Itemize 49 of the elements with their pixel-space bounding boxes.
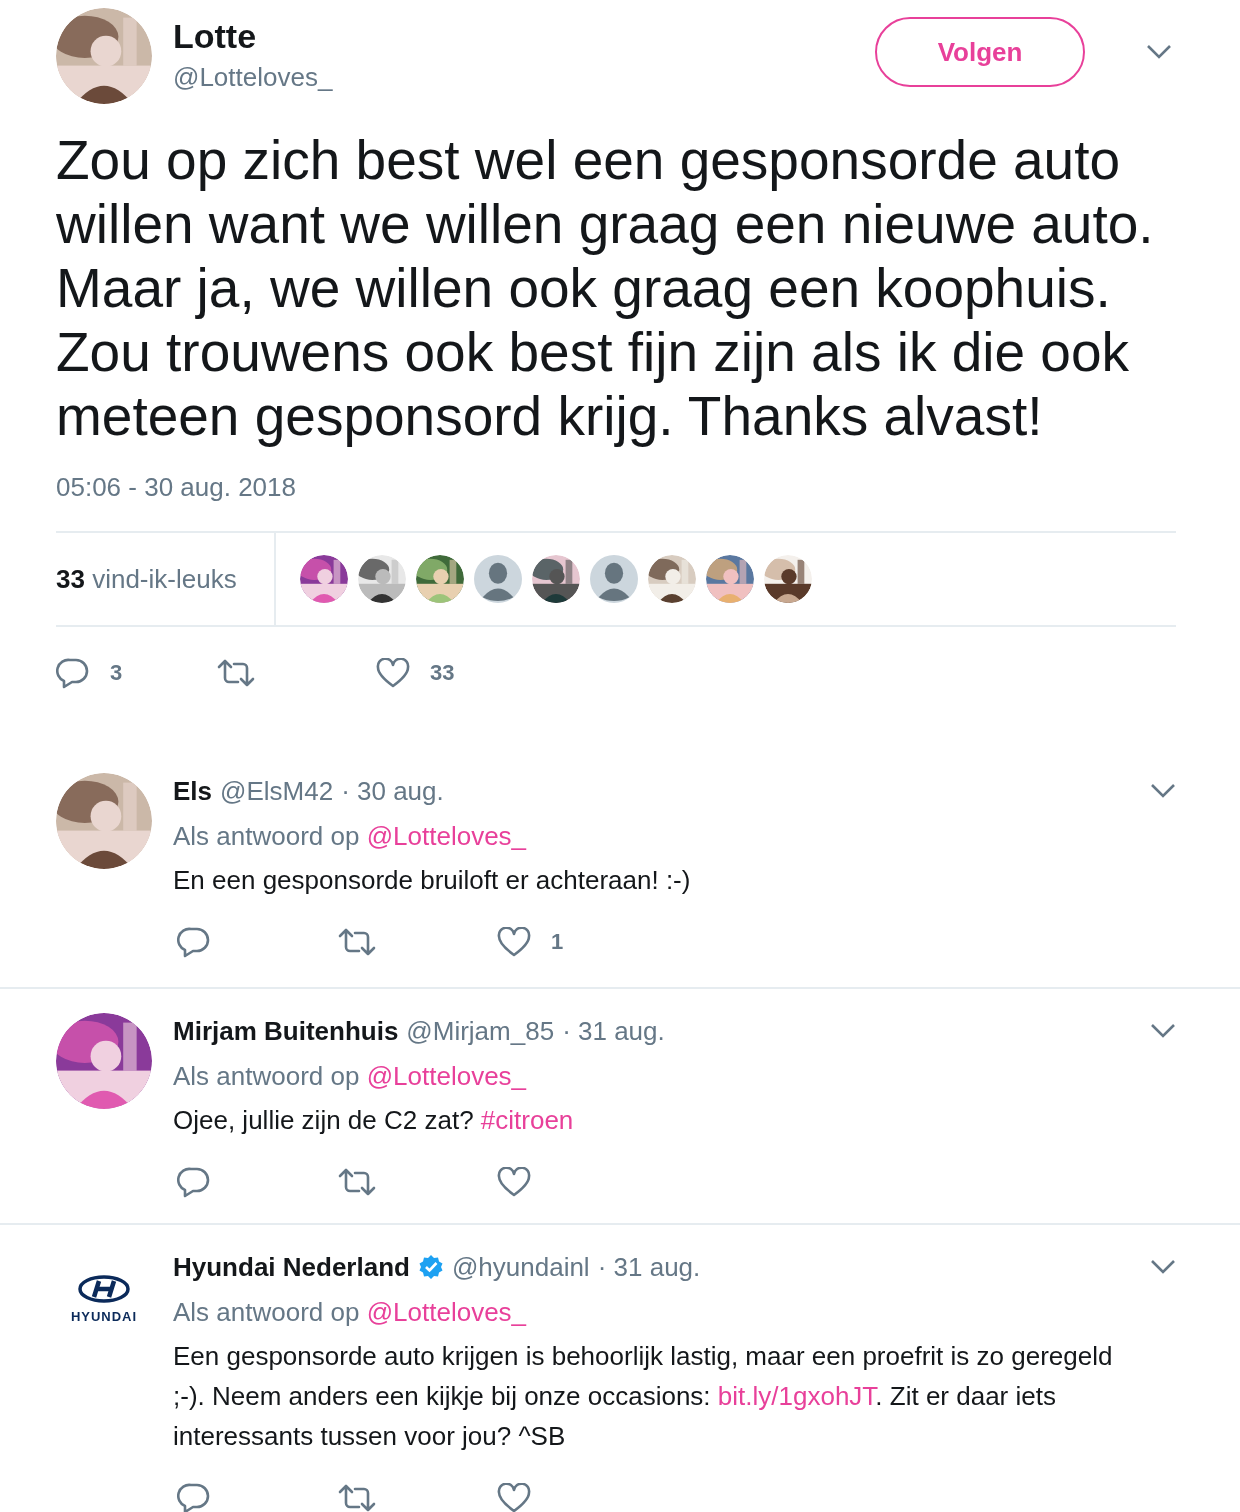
- caret-icon[interactable]: [1150, 783, 1176, 799]
- reply-context: Als antwoord op @Lotteloves_: [173, 1061, 528, 1092]
- user-name[interactable]: Mirjam Buitenhuis: [173, 1015, 399, 1047]
- date[interactable]: · 31 aug.: [562, 1015, 665, 1047]
- logo-text: HYUNDAI: [70, 1309, 138, 1324]
- user-name[interactable]: Hyundai Nederland: [173, 1251, 410, 1283]
- like-icon[interactable]: [497, 1483, 531, 1512]
- retweet-icon[interactable]: [216, 658, 256, 688]
- reply-text: En een gesponsorde bruiloft er achteraan! :-): [173, 864, 692, 897]
- mention-link[interactable]: @Lotteloves_: [366, 1297, 527, 1327]
- mention-link[interactable]: @Lotteloves_: [366, 1061, 527, 1091]
- follow-button[interactable]: Volgen: [875, 17, 1085, 87]
- count: 3: [110, 660, 123, 686]
- like-icon[interactable]: [497, 1167, 531, 1197]
- caret-icon[interactable]: [1150, 1023, 1176, 1039]
- profile-icon: [474, 555, 522, 603]
- user-handle[interactable]: @Mirjam_85: [406, 1015, 555, 1047]
- mention-link[interactable]: @Lotteloves_: [366, 821, 527, 851]
- likes-count[interactable]: 33 vind-ik-leuks: [56, 563, 237, 595]
- date[interactable]: · 30 aug.: [341, 775, 444, 807]
- reply-text: Een gesponsorde auto krijgen is behoorlijk lastig, maar een proefrit is zo geregeld ;-). Neem anders een kijkje bij onze occasions: bit.ly/1gxohJT. Zit er daar iets interessants tussen voor jou? ^SB: [173, 1340, 1114, 1453]
- reply-icon[interactable]: [177, 926, 211, 958]
- like-icon[interactable]: [376, 658, 410, 688]
- user-handle[interactable]: @hyundainl: [451, 1251, 590, 1283]
- user-handle[interactable]: @ElsM42: [220, 775, 334, 807]
- reply-icon[interactable]: [177, 1482, 211, 1512]
- user-name[interactable]: Lotte: [173, 16, 854, 56]
- count: 1: [551, 929, 564, 955]
- count: 33: [430, 660, 455, 686]
- link[interactable]: #citroen: [480, 1105, 574, 1135]
- date[interactable]: · 31 aug.: [597, 1251, 701, 1283]
- reply-icon[interactable]: [177, 1166, 211, 1198]
- reply-text: Ojee, jullie zijn de C2 zat? #citroen: [173, 1104, 575, 1137]
- reply-context: Als antwoord op @Lotteloves_: [173, 821, 528, 852]
- tweet-text: Zou op zich best wel een gesponsorde auto willen want we willen graag een nieuwe auto. Maar ja, we willen ook graag een koophuis. Zou trouwens ook best fijn zijn als ik die ook meteen gesponsord krijg. Thanks alvast!: [56, 128, 1155, 448]
- reply-icon[interactable]: [56, 657, 90, 689]
- caret-icon[interactable]: [1146, 44, 1172, 60]
- user-name[interactable]: Els: [173, 775, 213, 807]
- profile-icon: [590, 555, 638, 603]
- user-handle[interactable]: @Lotteloves_: [173, 62, 854, 93]
- caret-icon[interactable]: [1150, 1259, 1176, 1275]
- retweet-icon[interactable]: [337, 1167, 377, 1197]
- timestamp[interactable]: 05:06 - 30 aug. 2018: [56, 472, 1176, 503]
- retweet-icon[interactable]: [337, 1483, 377, 1512]
- reply-context: Als antwoord op @Lotteloves_: [173, 1297, 528, 1328]
- link[interactable]: bit.ly/1gxohJT: [717, 1381, 876, 1411]
- retweet-icon[interactable]: [337, 927, 377, 957]
- logo-icon: [78, 1275, 130, 1303]
- like-icon[interactable]: [497, 927, 531, 957]
